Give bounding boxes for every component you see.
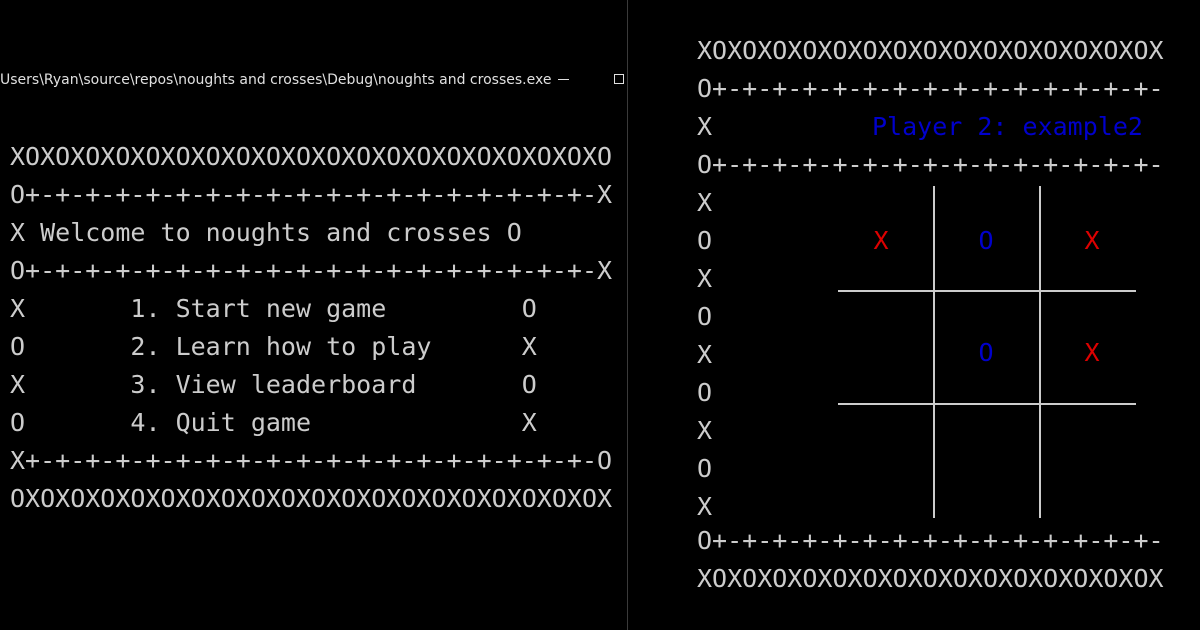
game-dash-border: O+-+-+-+-+-+-+-+-+-+-+-+-+-+-+- — [697, 74, 1164, 103]
side-border-char: O — [697, 226, 713, 255]
board-cell-2-2[interactable]: O — [956, 334, 1016, 372]
menu-top-border: XOXOXOXOXOXOXOXOXOXOXOXOXOXOXOXOXOXOXOXO — [10, 142, 613, 171]
menu-option-quit-game[interactable]: O 4. Quit game X — [10, 404, 537, 442]
side-border-char: X — [697, 188, 713, 217]
game-dash-border: O+-+-+-+-+-+-+-+-+-+-+-+-+-+-+- — [697, 526, 1164, 555]
board-horizontal-line — [838, 403, 1136, 405]
board-cell-1-3[interactable]: X — [1062, 222, 1122, 260]
game-top-border: XOXOXOXOXOXOXOXOXOXOXOXOXOXOXOX — [697, 36, 1164, 65]
menu-dash-border: X+-+-+-+-+-+-+-+-+-+-+-+-+-+-+-+-+-+-+-O — [10, 446, 613, 475]
minimize-icon[interactable] — [552, 68, 574, 90]
side-border-char: X — [697, 492, 713, 521]
game-bottom-border: XOXOXOXOXOXOXOXOXOXOXOXOXOXOXOX — [697, 564, 1164, 593]
board-cell-1-1[interactable]: X — [851, 222, 911, 260]
board-horizontal-line — [838, 290, 1136, 292]
player-row-prefix: X — [697, 112, 713, 141]
menu-option-start-new-game[interactable]: X 1. Start new game O — [10, 290, 537, 328]
board-vertical-line — [1039, 186, 1041, 518]
menu-bottom-border: OXOXOXOXOXOXOXOXOXOXOXOXOXOXOXOXOXOXOXOX — [10, 484, 613, 513]
board-cell-1-2[interactable]: O — [956, 222, 1016, 260]
current-player-label: Player 2: example2 — [872, 112, 1143, 141]
menu-dash-border: O+-+-+-+-+-+-+-+-+-+-+-+-+-+-+-+-+-+-+-X — [10, 180, 613, 209]
menu-dash-border: O+-+-+-+-+-+-+-+-+-+-+-+-+-+-+-+-+-+-+-X — [10, 256, 613, 285]
menu-console-window: Users\Ryan\source\repos\noughts and cros… — [0, 0, 627, 630]
menu-option-learn-how-to-play[interactable]: O 2. Learn how to play X — [10, 328, 537, 366]
side-border-char: O — [697, 378, 713, 407]
side-border-char: X — [697, 264, 713, 293]
game-dash-border: O+-+-+-+-+-+-+-+-+-+-+-+-+-+-+- — [697, 150, 1164, 179]
window-title: Users\Ryan\source\repos\noughts and cros… — [0, 72, 552, 88]
side-border-char: X — [697, 416, 713, 445]
welcome-banner: X Welcome to noughts and crosses O — [10, 218, 522, 247]
window-titlebar: Users\Ryan\source\repos\noughts and cros… — [0, 68, 627, 92]
board-vertical-line — [933, 186, 935, 518]
side-border-char: O — [697, 454, 713, 483]
side-border-char: O — [697, 302, 713, 331]
menu-option-view-leaderboard[interactable]: X 3. View leaderboard O — [10, 366, 537, 404]
maximize-icon[interactable] — [608, 68, 627, 90]
board-cell-2-3[interactable]: X — [1062, 334, 1122, 372]
side-border-char: X — [697, 340, 713, 369]
